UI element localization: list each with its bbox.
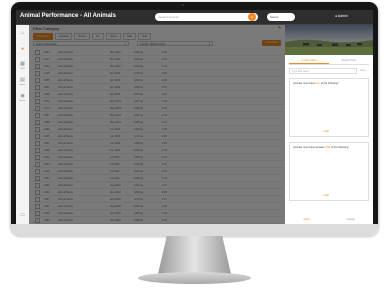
modal-overlay[interactable] [29,25,285,224]
camera-icon [182,4,184,6]
filter-sidebar: Custom Filter Saved Filters Type filter … [285,25,373,224]
sidebar-item-report[interactable]: ▤ Report [16,73,29,89]
user-icon: ● [335,14,338,18]
pasture-landscape-image [285,25,373,55]
search-input[interactable]: Search Animal [155,13,258,21]
search-icon: ⌕ [250,14,254,19]
chart-icon: ▤ [20,76,25,83]
sidebar-item-home[interactable]: ⌂ [16,25,29,41]
sidebar-item-label: Review [19,99,26,102]
cow-icon: ● [20,46,25,52]
sidebar-item-herd[interactable]: ▦ Herd [16,57,29,73]
screen: Animal Performance - All Animals Search … [16,10,373,224]
search-button[interactable]: ⌕ [248,13,256,21]
apply-button[interactable]: Apply [303,218,310,221]
monitor-stand [158,236,231,274]
card-instruction: Animals must have at least ONE of the fo… [293,146,350,149]
sidebar-footer: Apply Cancel [285,218,373,221]
home-icon: ⌂ [20,30,25,36]
sidebar-item-label: Herd [20,67,25,70]
sidebar-item-label: Report [19,83,26,86]
user-name: Admin [337,14,348,18]
monitor-base [138,272,251,284]
tab-custom-filter[interactable]: Custom Filter [289,58,329,64]
sidebar-item-review[interactable]: ◉ Review [16,89,29,105]
cancel-button[interactable]: Cancel [347,218,355,221]
user-menu[interactable]: ● Admin [335,14,348,18]
card-icon: ▭ [20,212,25,218]
one-condition-card: Animals must have at least ONE of the fo… [289,142,369,201]
grid-icon: ▦ [20,60,25,67]
add-condition-button[interactable]: + Add [322,130,329,133]
top-bar: Animal Performance - All Animals Search … [16,10,373,25]
eye-icon: ◉ [20,92,25,99]
header-image [285,25,373,55]
filter-name-input[interactable]: Type filter name [289,68,357,74]
card-instruction: Animals must have ALL of the following: [293,82,339,85]
monitor-chin [11,224,378,236]
all-conditions-card: Animals must have ALL of the following: … [289,78,369,137]
tab-saved-filters[interactable]: Saved Filters [329,58,369,64]
app-title: Animal Performance - All Animals [20,13,116,19]
add-condition-button[interactable]: + Add [322,194,329,197]
herd-selector[interactable]: Select [267,13,295,21]
filter-tabs: Custom Filter Saved Filters [289,58,369,65]
sidebar-item-card[interactable]: ▭ [16,207,29,223]
clear-button[interactable]: Clear [360,68,366,74]
sidebar-item-animals[interactable]: ● [16,41,29,57]
sidebar: ⌂ ● ▦ Herd ▤ Report ◉ Review ▭ [16,25,30,224]
